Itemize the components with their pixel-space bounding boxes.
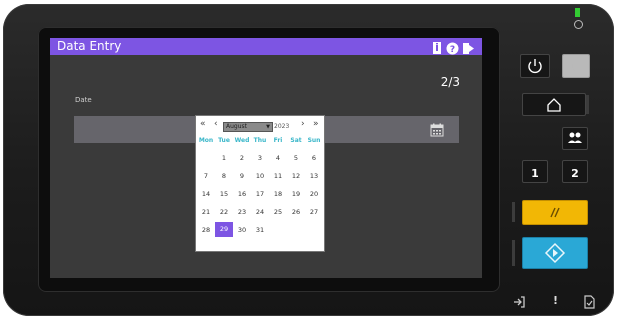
preset-1-label: 1 <box>531 167 539 180</box>
calendar-day[interactable]: 1 <box>215 154 233 162</box>
weekday-header: Thu <box>253 137 267 144</box>
calendar-day[interactable]: 4 <box>269 154 287 162</box>
calendar-day[interactable]: 28 <box>197 226 215 234</box>
calendar-day[interactable]: 11 <box>269 172 287 180</box>
calendar-day[interactable]: 14 <box>197 190 215 198</box>
calendar-day[interactable]: 12 <box>287 172 305 180</box>
clear-icon <box>550 207 560 218</box>
home-icon <box>547 98 561 112</box>
calendar-day[interactable]: 25 <box>269 208 287 216</box>
login-icon <box>512 294 526 308</box>
calendar-day[interactable]: 16 <box>233 190 251 198</box>
chevron-down-icon: ▼ <box>266 124 270 130</box>
weekday-header: Mon <box>198 137 214 144</box>
users-icon <box>568 132 582 143</box>
logout-icon[interactable] <box>462 40 475 54</box>
page-indicator: 2/3 <box>440 75 460 89</box>
title-bar: Data Entry ? <box>50 38 482 55</box>
calendar-day[interactable]: 31 <box>251 226 269 234</box>
datepicker-popup: « ‹ August ▼ 2023 › » Mon Tue Wed Thu Fr… <box>195 115 325 252</box>
weekday-header: Sat <box>290 137 302 144</box>
calendar-icon[interactable] <box>430 122 444 137</box>
next-year-button[interactable]: » <box>313 119 319 129</box>
touch-screen: Data Entry ? 2/3 Date « ‹ August ▼ 2023 … <box>50 38 482 278</box>
help-icon[interactable]: ? <box>446 40 459 55</box>
calendar-day[interactable]: 3 <box>251 154 269 162</box>
power-button[interactable] <box>520 54 550 78</box>
calendar-day[interactable]: 20 <box>305 190 323 198</box>
calendar-day[interactable]: 27 <box>305 208 323 216</box>
prev-year-button[interactable]: « <box>200 119 206 129</box>
status-led <box>575 8 580 17</box>
month-select-value: August <box>226 123 247 130</box>
calendar-day[interactable]: 21 <box>197 208 215 216</box>
next-month-button[interactable]: › <box>301 119 305 129</box>
document-icon <box>582 294 596 309</box>
calendar-day[interactable]: 24 <box>251 208 269 216</box>
weekday-header: Fri <box>273 137 283 144</box>
moon-icon <box>572 60 579 73</box>
user-mode-button[interactable] <box>562 127 588 150</box>
calendar-day[interactable]: 30 <box>233 226 251 234</box>
start-button[interactable] <box>522 237 588 269</box>
month-select[interactable]: August ▼ <box>223 122 273 132</box>
calendar-day-selected[interactable]: 29 <box>215 222 233 237</box>
page-title: Data Entry <box>57 39 122 53</box>
alert-icon: ! <box>553 294 559 307</box>
home-key-notch <box>586 95 589 114</box>
year-select[interactable]: 2023 <box>274 122 296 132</box>
svg-text:?: ? <box>450 45 455 55</box>
home-button[interactable] <box>522 93 586 116</box>
printer-control-panel: Data Entry ? 2/3 Date « ‹ August ▼ 2023 … <box>0 0 617 320</box>
calendar-day[interactable]: 18 <box>269 190 287 198</box>
weekday-header: Tue <box>218 137 230 144</box>
wifi-indicator-icon <box>574 20 583 29</box>
preset-1-button[interactable]: 1 <box>522 160 548 183</box>
start-icon <box>544 242 566 264</box>
calendar-day[interactable]: 8 <box>215 172 233 180</box>
calendar-day[interactable]: 5 <box>287 154 305 162</box>
date-field-label: Date <box>75 96 92 104</box>
power-icon <box>528 59 542 74</box>
clear-button[interactable] <box>522 200 588 225</box>
calendar-day[interactable]: 22 <box>215 208 233 216</box>
weekday-header: Wed <box>234 137 250 144</box>
calendar-day[interactable]: 17 <box>251 190 269 198</box>
calendar-day[interactable]: 26 <box>287 208 305 216</box>
clear-key-notch <box>512 202 515 222</box>
calendar-day[interactable]: 9 <box>233 172 251 180</box>
info-icon[interactable] <box>431 40 444 54</box>
calendar-day[interactable]: 19 <box>287 190 305 198</box>
calendar-day[interactable]: 13 <box>305 172 323 180</box>
preset-2-button[interactable]: 2 <box>562 160 588 183</box>
calendar-day[interactable]: 23 <box>233 208 251 216</box>
calendar-day[interactable]: 15 <box>215 190 233 198</box>
sleep-button[interactable] <box>562 54 590 78</box>
weekday-header: Sun <box>307 137 321 144</box>
calendar-day[interactable]: 2 <box>233 154 251 162</box>
start-key-notch <box>512 240 515 266</box>
prev-month-button[interactable]: ‹ <box>214 119 218 129</box>
calendar-day[interactable]: 6 <box>305 154 323 162</box>
calendar-day[interactable]: 10 <box>251 172 269 180</box>
preset-2-label: 2 <box>571 167 579 180</box>
calendar-day[interactable]: 7 <box>197 172 215 180</box>
